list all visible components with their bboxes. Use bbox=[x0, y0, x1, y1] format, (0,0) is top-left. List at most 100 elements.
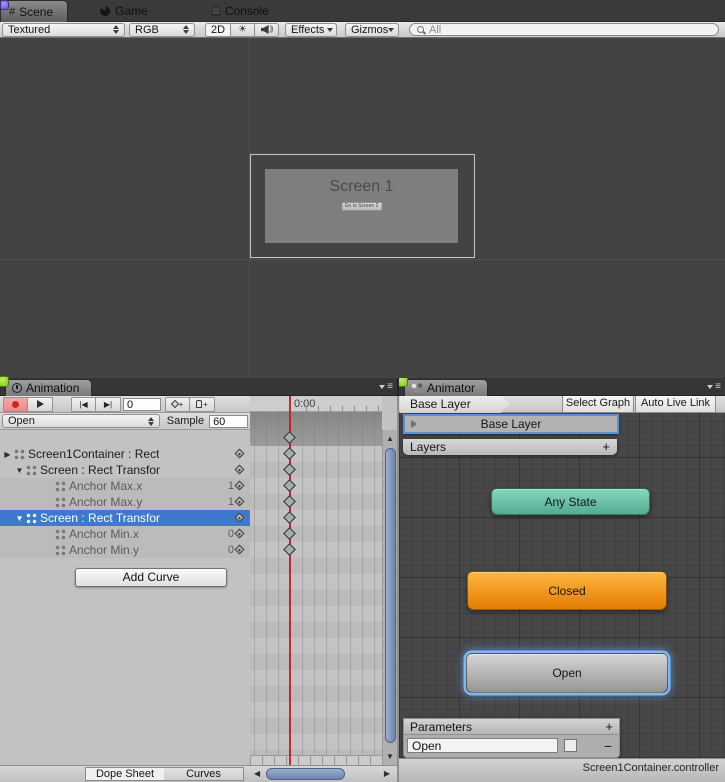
dope-sheet-button[interactable]: Dope Sheet bbox=[85, 767, 165, 781]
property-label: Anchor Max.y bbox=[69, 495, 142, 509]
property-value: 1 bbox=[228, 480, 234, 492]
keyframe-icon[interactable] bbox=[283, 479, 296, 492]
sample-label: Sample bbox=[167, 415, 204, 427]
animation-bottom-bar: Dope Sheet Curves ◀ ▶ bbox=[0, 765, 397, 782]
scroll-left-icon[interactable]: ◀ bbox=[254, 769, 260, 778]
rect-transform-icon bbox=[55, 481, 66, 492]
animator-icon bbox=[411, 383, 423, 393]
dopesheet-timeline[interactable]: 0:00 bbox=[250, 396, 382, 765]
breadcrumb[interactable]: Base Layer bbox=[400, 396, 510, 413]
keyframe-icon[interactable] bbox=[283, 543, 296, 556]
effects-dropdown[interactable]: Effects bbox=[285, 23, 337, 37]
horizontal-scroll-thumb[interactable] bbox=[266, 768, 345, 780]
state-graph[interactable]: Any State Closed Open bbox=[399, 413, 725, 758]
animation-property-row[interactable]: ▼ Screen : Rect Transfor bbox=[0, 510, 250, 526]
state-node-open[interactable]: Open bbox=[466, 653, 668, 693]
state-node-closed[interactable]: Closed bbox=[467, 571, 667, 610]
animation-property-list: ▶Screen1Container : Rect ▼ Screen : Rect T… bbox=[0, 430, 250, 765]
tab-console[interactable]: Console bbox=[204, 0, 283, 22]
draw-mode-dropdown[interactable]: Textured bbox=[2, 23, 125, 37]
animation-property-row[interactable]: ▶Screen1Container : Rect bbox=[0, 446, 250, 462]
render-mode-dropdown[interactable]: RGB bbox=[129, 23, 195, 37]
scroll-up-icon[interactable]: ▲ bbox=[383, 432, 397, 446]
keyframe-icon[interactable] bbox=[283, 511, 296, 524]
event-marker-icon bbox=[196, 400, 202, 408]
keyframe-icon[interactable] bbox=[283, 527, 296, 540]
parameter-name-field[interactable]: Open bbox=[407, 738, 558, 753]
add-parameter-button[interactable]: + bbox=[605, 721, 613, 733]
panel-menu-icon[interactable]: ≡ bbox=[707, 382, 721, 392]
last-frame-button[interactable]: ▶| bbox=[96, 397, 121, 412]
keyframe-diamond-icon[interactable] bbox=[235, 465, 245, 475]
keyframe-icon[interactable] bbox=[283, 495, 296, 508]
first-frame-button[interactable]: |◀ bbox=[71, 397, 96, 412]
dropdown-arrows-icon bbox=[179, 25, 189, 34]
last-frame-icon: ▶| bbox=[104, 400, 112, 409]
lighting-toggle-button[interactable]: ☀ bbox=[231, 23, 255, 37]
game-icon bbox=[100, 6, 110, 16]
animation-controls: |◀ ▶| 0 + + bbox=[0, 396, 250, 413]
timeline-vertical-scrollbar[interactable]: ▲ ▼ bbox=[382, 430, 397, 765]
2d-toggle-button[interactable]: 2D bbox=[205, 23, 231, 37]
tab-label: Animator bbox=[427, 381, 475, 395]
animator-window: Animator ≡ Base Layer Select Graph Auto … bbox=[399, 378, 725, 782]
record-button[interactable] bbox=[3, 397, 28, 412]
go-to-screen2-button[interactable]: Go to Screen 2 bbox=[341, 202, 382, 211]
animation-property-row[interactable]: Anchor Max.y1 bbox=[0, 494, 250, 510]
panel-menu-icon[interactable]: ≡ bbox=[379, 382, 393, 392]
auto-live-link-button[interactable]: Auto Live Link bbox=[635, 396, 716, 413]
keyframe-diamond-icon[interactable] bbox=[235, 497, 245, 507]
parameters-header[interactable]: Parameters + bbox=[403, 718, 620, 735]
scroll-down-icon[interactable]: ▼ bbox=[383, 750, 397, 764]
play-button[interactable] bbox=[28, 397, 53, 412]
audio-toggle-button[interactable]: )) bbox=[255, 23, 279, 37]
keyframe-icon[interactable] bbox=[283, 447, 296, 460]
remove-parameter-button[interactable]: − bbox=[604, 740, 616, 752]
scene-search-field[interactable]: All bbox=[409, 23, 719, 36]
keyframe-diamond-icon[interactable] bbox=[235, 449, 245, 459]
add-curve-button[interactable]: Add Curve bbox=[75, 568, 227, 587]
animation-property-row[interactable]: ▼Screen : Rect Transfor bbox=[0, 462, 250, 478]
tab-label: Console bbox=[225, 4, 269, 18]
rect-transform-icon bbox=[55, 497, 66, 508]
animation-tab-bar: Animation ≡ bbox=[0, 378, 397, 396]
property-value: 0 bbox=[228, 528, 234, 540]
clip-dropdown[interactable]: Open bbox=[2, 414, 160, 428]
scene-viewport[interactable]: Screen 1 Go to Screen 2 bbox=[0, 38, 725, 378]
timeline-horizontal-scrollbar[interactable]: ◀ ▶ bbox=[250, 767, 396, 781]
tab-scene[interactable]: # Scene bbox=[0, 0, 68, 22]
property-label: Screen : Rect Transfor bbox=[40, 511, 160, 525]
frame-number-field[interactable]: 0 bbox=[123, 398, 161, 411]
gizmos-dropdown[interactable]: Gizmos bbox=[345, 23, 399, 37]
animation-property-row[interactable]: Anchor Min.x0 bbox=[0, 526, 250, 542]
keyframe-diamond-icon[interactable] bbox=[235, 545, 245, 555]
disclosure-triangle-icon[interactable]: ▶ bbox=[2, 450, 13, 459]
scroll-right-icon[interactable]: ▶ bbox=[384, 769, 390, 778]
chevron-down-icon bbox=[327, 28, 333, 32]
ui-canvas-outline[interactable]: Screen 1 Go to Screen 2 bbox=[250, 154, 475, 258]
keyframe-icon[interactable] bbox=[283, 431, 296, 444]
vertical-scroll-thumb[interactable] bbox=[385, 448, 396, 743]
select-graph-button[interactable]: Select Graph bbox=[562, 396, 634, 413]
disclosure-triangle-icon[interactable]: ▼ bbox=[14, 466, 25, 475]
add-keyframe-button[interactable]: + bbox=[165, 397, 190, 412]
animation-property-row[interactable]: Anchor Max.x1 bbox=[0, 478, 250, 494]
screen1-panel[interactable]: Screen 1 Go to Screen 2 bbox=[265, 169, 458, 243]
tab-animator[interactable]: Animator bbox=[404, 379, 488, 396]
keyframe-diamond-icon[interactable] bbox=[235, 513, 245, 523]
tab-animation[interactable]: Animation bbox=[5, 379, 92, 396]
window-corner-dot-icon bbox=[0, 0, 9, 10]
animation-property-row[interactable]: Anchor Min.y0 bbox=[0, 542, 250, 558]
dropdown-arrows-icon bbox=[144, 417, 154, 426]
search-icon bbox=[416, 25, 426, 35]
sample-rate-field[interactable]: 60 bbox=[209, 415, 248, 428]
add-event-button[interactable]: + bbox=[190, 397, 215, 412]
keyframe-diamond-icon[interactable] bbox=[235, 481, 245, 491]
keyframe-diamond-icon[interactable] bbox=[235, 529, 245, 539]
disclosure-triangle-icon[interactable]: ▼ bbox=[14, 514, 25, 523]
state-node-any-state[interactable]: Any State bbox=[491, 488, 650, 515]
parameter-bool-checkbox[interactable] bbox=[564, 739, 577, 752]
tab-game[interactable]: Game bbox=[92, 0, 162, 22]
curves-button[interactable]: Curves bbox=[164, 767, 244, 781]
keyframe-icon[interactable] bbox=[283, 463, 296, 476]
